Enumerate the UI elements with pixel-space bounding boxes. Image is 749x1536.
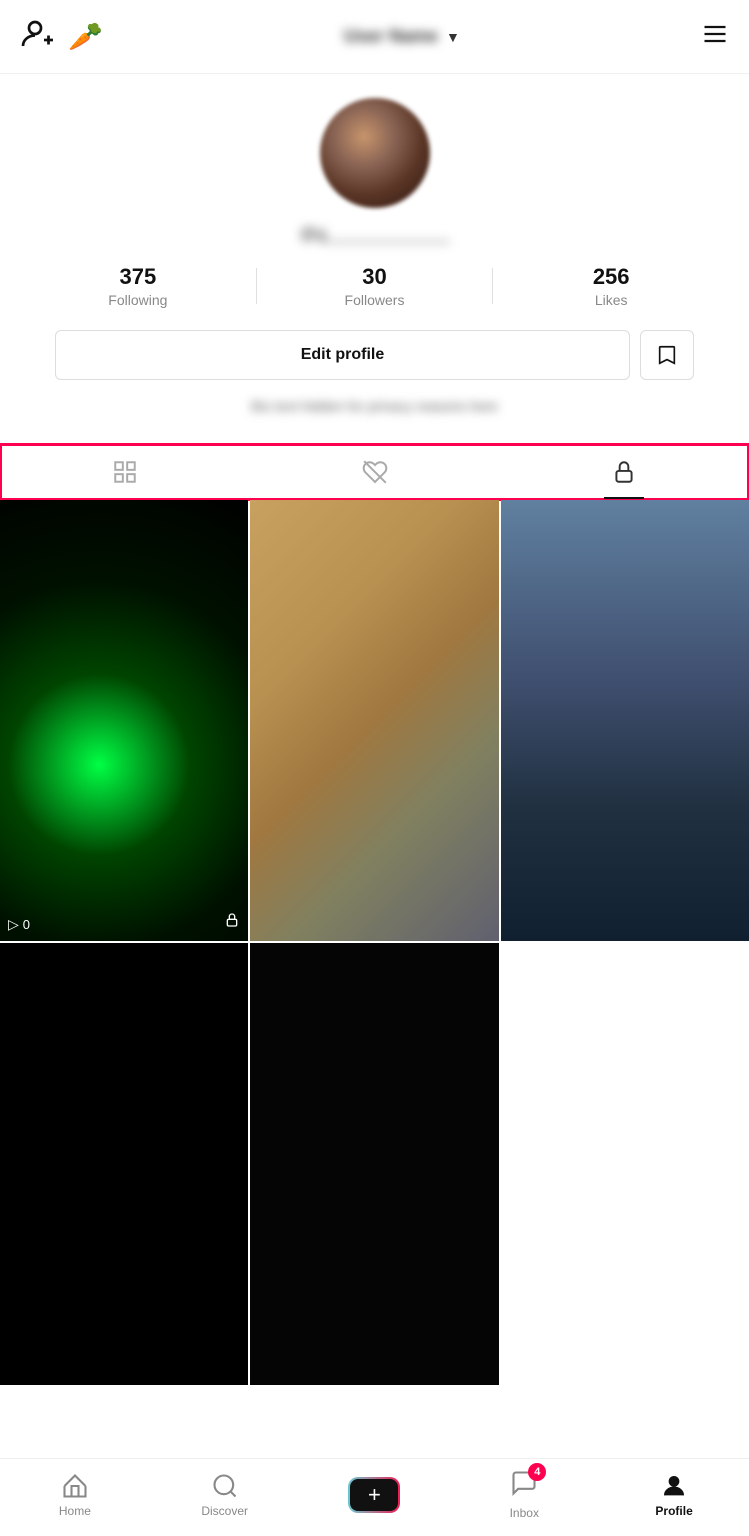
username-dropdown[interactable]: User Name ▼ [344, 26, 460, 47]
bookmark-icon [656, 344, 678, 366]
video-overlay-1: ▷ 0 [8, 916, 30, 933]
action-buttons: Edit profile [55, 330, 693, 380]
nav-create[interactable]: + [339, 1477, 409, 1513]
bookmark-button[interactable] [640, 330, 694, 380]
video-cell-2[interactable] [250, 500, 498, 941]
bio-text: Bio text hidden for privacy reasons here [251, 398, 498, 414]
edit-profile-button[interactable]: Edit profile [55, 330, 629, 380]
nav-home[interactable]: Home [40, 1472, 110, 1518]
menu-icon[interactable] [701, 20, 729, 53]
tab-private[interactable] [499, 445, 749, 499]
likes-stat[interactable]: 256 Likes [493, 264, 729, 308]
video-grid: ▷ 0 [0, 500, 749, 1385]
profile-label: Profile [655, 1504, 692, 1518]
play-icon-1: ▷ [8, 916, 19, 933]
video-lock-icon-1 [224, 912, 240, 933]
username-text: User Name [344, 26, 438, 47]
inbox-label: Inbox [510, 1506, 539, 1520]
likes-count: 256 [593, 264, 630, 290]
followers-stat[interactable]: 30 Followers [257, 264, 493, 308]
profile-tabs [0, 444, 749, 500]
nav-discover[interactable]: Discover [190, 1472, 260, 1518]
profile-section: @g_____________ 375 Following 30 Followe… [0, 74, 749, 434]
discover-icon [211, 1472, 239, 1500]
top-nav-left: 🥕 [20, 16, 103, 57]
following-stat[interactable]: 375 Following [20, 264, 256, 308]
top-navigation: 🥕 User Name ▼ [0, 0, 749, 74]
create-button[interactable]: + [348, 1477, 400, 1513]
user-handle: @g_____________ [300, 224, 450, 244]
add-user-icon[interactable] [20, 16, 56, 57]
plus-icon: + [368, 1484, 381, 1506]
view-count-1: 0 [23, 917, 30, 932]
stats-row: 375 Following 30 Followers 256 Likes [20, 264, 729, 308]
profile-icon [660, 1472, 688, 1500]
likes-label: Likes [595, 292, 628, 308]
video-cell-4[interactable] [0, 943, 248, 1384]
home-icon [61, 1472, 89, 1500]
video-cell-6[interactable] [501, 943, 749, 1384]
grid-icon [112, 459, 138, 485]
video-cell-3[interactable] [501, 500, 749, 941]
following-label: Following [108, 292, 167, 308]
lock-icon [611, 459, 637, 485]
nav-profile[interactable]: Profile [639, 1472, 709, 1518]
nav-inbox[interactable]: 4 Inbox [489, 1469, 559, 1520]
followers-label: Followers [345, 292, 405, 308]
heart-crossed-icon [362, 459, 388, 485]
bottom-navigation: Home Discover + 4 Inbox Profile [0, 1458, 749, 1536]
chevron-down-icon: ▼ [446, 29, 460, 45]
video-cell-1[interactable]: ▷ 0 [0, 500, 248, 941]
inbox-badge-count: 4 [528, 1463, 546, 1481]
content-area: @g_____________ 375 Following 30 Followe… [0, 74, 749, 1465]
video-cell-5[interactable] [250, 943, 498, 1384]
discover-label: Discover [201, 1504, 248, 1518]
inbox-badge-container: 4 [510, 1469, 538, 1502]
followers-count: 30 [362, 264, 386, 290]
home-label: Home [59, 1504, 91, 1518]
tab-liked[interactable] [250, 445, 500, 499]
carrot-logo-icon[interactable]: 🥕 [68, 20, 103, 53]
avatar [320, 98, 430, 208]
following-count: 375 [119, 264, 156, 290]
tab-videos[interactable] [0, 445, 250, 499]
